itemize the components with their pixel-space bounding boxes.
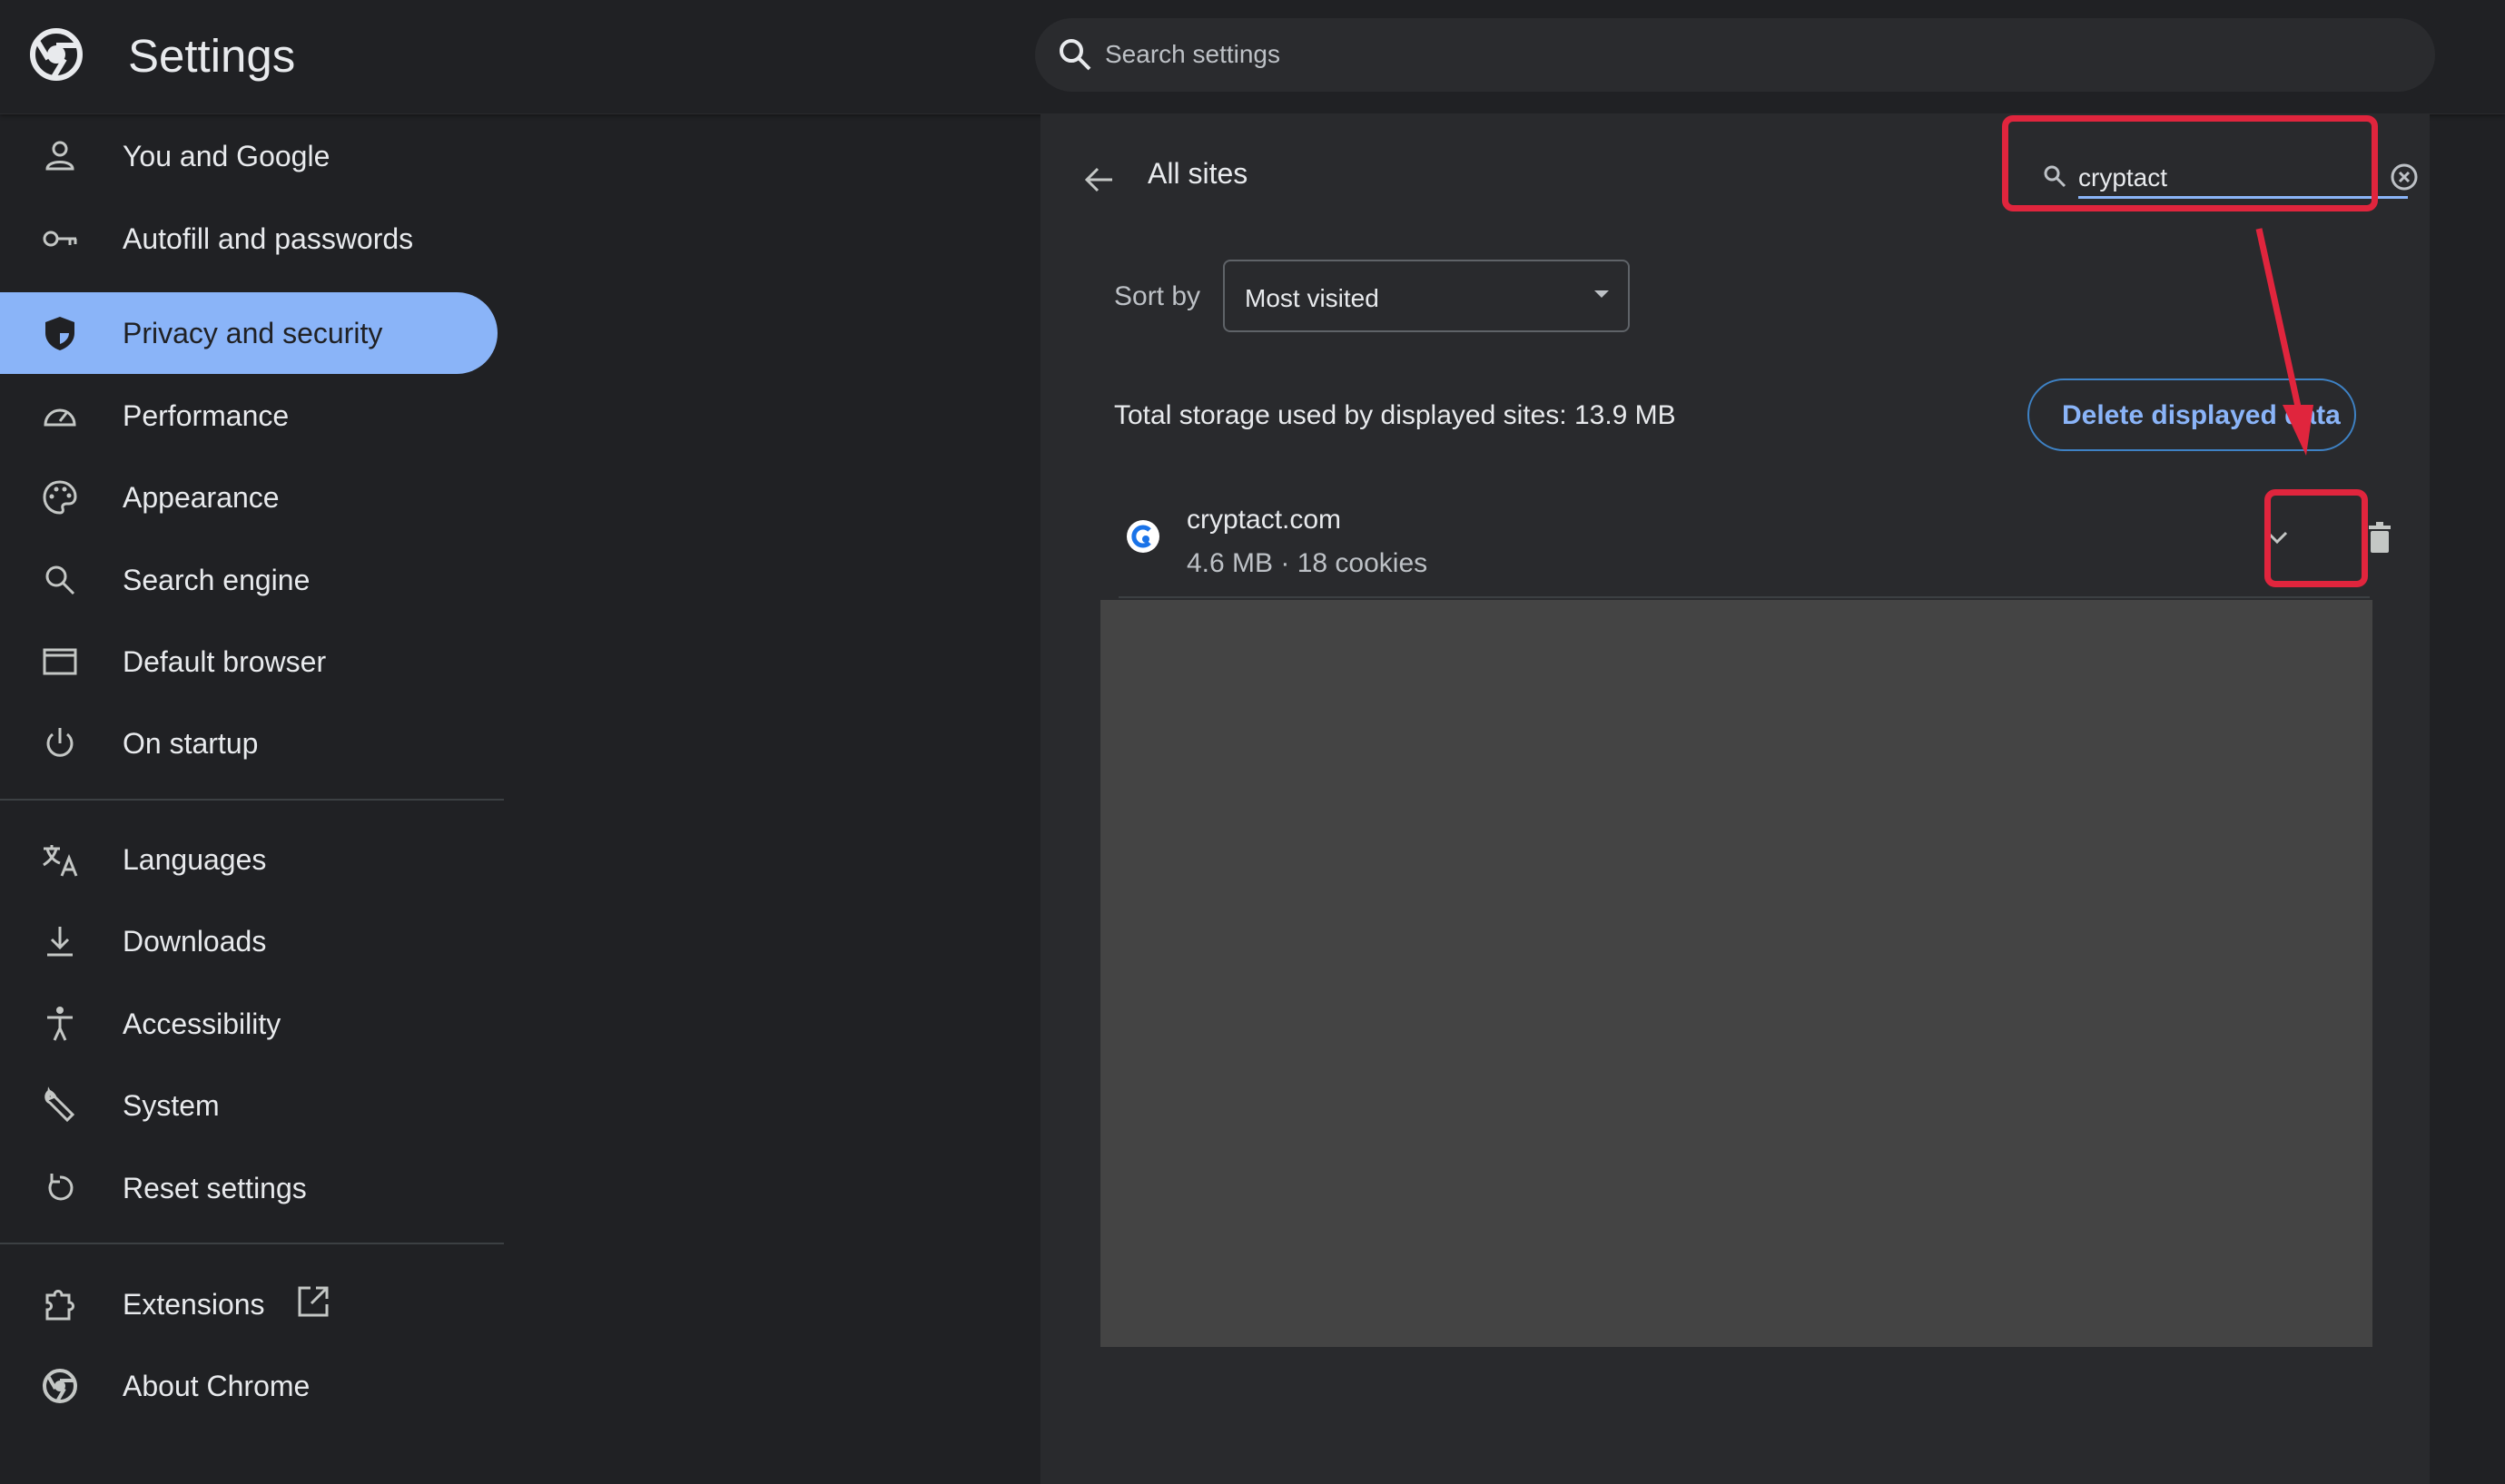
shield-icon [45, 317, 74, 350]
sort-dropdown[interactable]: Most visited [1223, 260, 1630, 332]
puzzle-icon [45, 1290, 74, 1321]
palette-icon [43, 480, 77, 515]
open-in-new-icon [298, 1286, 329, 1317]
sidebar-item-performance[interactable]: Performance [0, 375, 498, 457]
sidebar-item-autofill[interactable]: Autofill and passwords [0, 198, 498, 280]
dropdown-caret-icon [1594, 290, 1609, 298]
sidebar-item-label: Downloads [123, 924, 267, 958]
sidebar-item-on-startup[interactable]: On startup [0, 703, 498, 784]
sidebar-item-search-engine[interactable]: Search engine [0, 539, 498, 621]
sidebar-item-about-chrome[interactable]: About Chrome [0, 1345, 498, 1427]
sidebar-item-label: You and Google [123, 139, 330, 172]
sidebar-item-accessibility[interactable]: Accessibility [0, 983, 498, 1065]
person-icon [45, 141, 74, 171]
speedometer-icon [44, 408, 76, 427]
sidebar-item-system[interactable]: System [0, 1065, 498, 1146]
back-arrow-icon [1084, 167, 1112, 192]
search-placeholder: Search settings [1105, 40, 1280, 68]
sidebar-item-label: Reset settings [123, 1171, 307, 1204]
chrome-logo-icon [30, 28, 83, 81]
sidebar-item-label: Search engine [123, 563, 311, 596]
browser-window-icon [43, 648, 77, 675]
sidebar-item-appearance[interactable]: Appearance [0, 457, 498, 538]
back-button[interactable] [1075, 155, 1124, 204]
power-icon [46, 728, 74, 757]
sidebar-item-label: Default browser [123, 644, 327, 678]
sidebar-item-you-and-google[interactable]: You and Google [0, 115, 498, 197]
search-icon [1060, 39, 1091, 71]
site-meta: 4.6 MB · 18 cookies [1187, 548, 1428, 578]
sidebar-item-languages[interactable]: Languages [0, 819, 498, 900]
delete-displayed-data-button[interactable]: Delete displayed data [2027, 378, 2356, 451]
section-title: All sites [1148, 157, 1248, 190]
sort-dropdown-value: Most visited [1245, 284, 1379, 312]
sidebar-item-label: Extensions [123, 1287, 265, 1321]
sidebar-item-label: Autofill and passwords [123, 221, 414, 255]
trash-icon [2369, 522, 2391, 553]
row-divider [1119, 596, 2370, 598]
sidebar-item-label: Privacy and security [123, 316, 383, 349]
delete-button-label: Delete displayed data [2062, 400, 2341, 430]
sidebar-divider [0, 799, 504, 801]
storage-summary: Total storage used by displayed sites: 1… [1114, 400, 1676, 430]
sort-label: Sort by [1114, 281, 1201, 311]
search-icon [45, 565, 75, 595]
sidebar: You and Google Autofill and passwords Pr… [0, 114, 504, 1484]
sidebar-item-downloads[interactable]: Downloads [0, 900, 498, 982]
site-favicon-icon [1127, 520, 1159, 553]
sidebar-item-label: On startup [123, 726, 259, 760]
sidebar-item-label: Languages [123, 842, 267, 876]
site-name: cryptact.com [1187, 505, 1342, 535]
clear-search-icon[interactable] [2390, 162, 2419, 192]
search-settings-input[interactable]: Search settings [1035, 18, 2435, 92]
trash-highlight-box [2264, 489, 2368, 587]
reset-icon [48, 1174, 74, 1201]
settings-header: Settings Search settings [0, 0, 2505, 114]
sidebar-item-default-browser[interactable]: Default browser [0, 621, 498, 703]
search-highlight-box [2002, 115, 2378, 211]
sidebar-item-label: Appearance [123, 480, 280, 514]
sidebar-item-label: System [123, 1088, 220, 1122]
translate-icon [43, 845, 78, 877]
page-title: Settings [128, 30, 296, 82]
accessibility-icon [47, 1007, 73, 1041]
chrome-icon [43, 1369, 77, 1403]
sidebar-item-label: Performance [123, 398, 290, 432]
site-row[interactable]: cryptact.com 4.6 MB · 18 cookies [1113, 477, 2391, 595]
sidebar-item-label: About Chrome [123, 1369, 311, 1402]
sidebar-item-label: Accessibility [123, 1007, 281, 1040]
site-details-placeholder [1100, 600, 2372, 1347]
sidebar-item-reset-settings[interactable]: Reset settings [0, 1147, 498, 1229]
sidebar-item-privacy-and-security[interactable]: Privacy and security [0, 292, 498, 374]
key-icon [43, 231, 77, 247]
sidebar-item-extensions[interactable]: Extensions [0, 1263, 498, 1345]
sidebar-divider [0, 1243, 504, 1244]
wrench-icon [44, 1086, 75, 1123]
download-icon [47, 927, 73, 957]
